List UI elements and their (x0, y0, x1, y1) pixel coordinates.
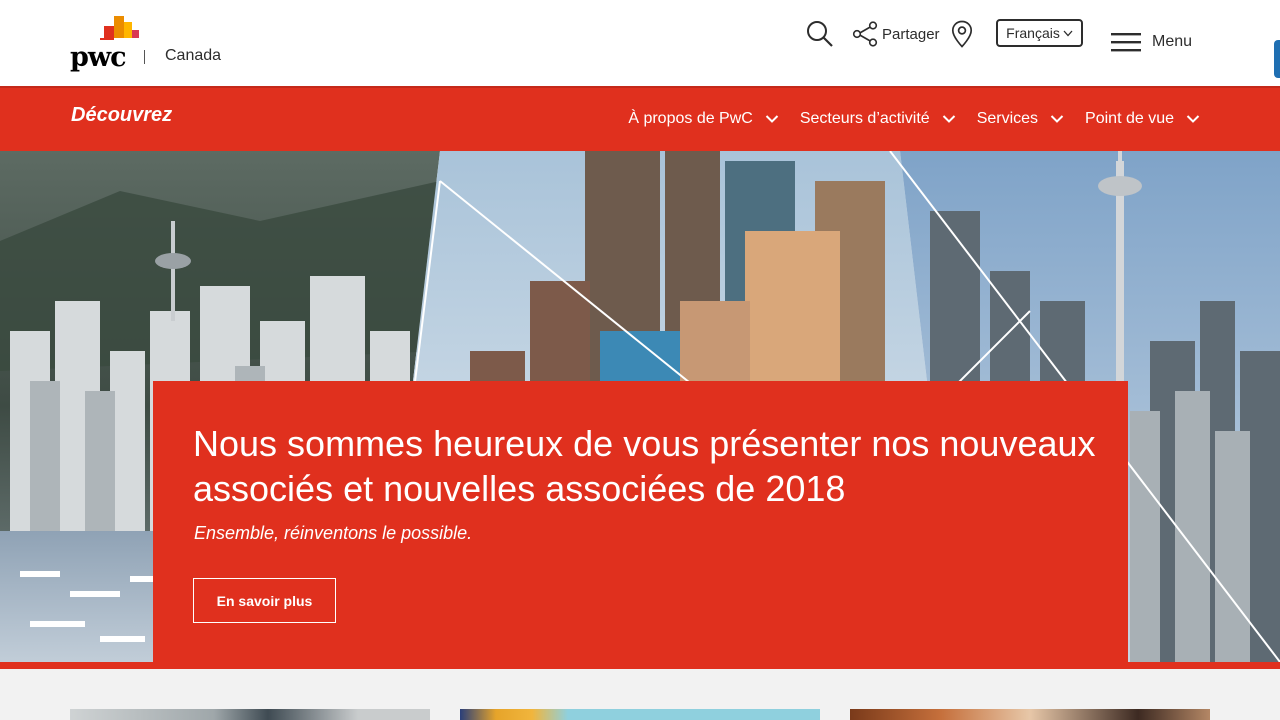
nav-item-label: Point de vue (1085, 110, 1174, 127)
content-tile-image[interactable] (850, 709, 1210, 720)
nav-item-industries[interactable]: Secteurs d’activité (800, 110, 956, 128)
logo-blocks-icon (100, 16, 139, 40)
feedback-tab[interactable] (1274, 40, 1280, 78)
chevron-down-icon (1050, 115, 1064, 123)
search-button[interactable] (806, 20, 834, 48)
share-icon (852, 21, 878, 47)
chevron-down-icon (1063, 30, 1073, 36)
primary-nav: Découvrez À propos de PwC Secteurs d’act… (0, 86, 1280, 151)
nav-item-label: À propos de PwC (628, 110, 753, 127)
country-label[interactable]: Canada (165, 47, 221, 65)
share-button[interactable]: Partager (852, 21, 940, 47)
nav-item-label: Secteurs d’activité (799, 110, 930, 127)
hamburger-icon (1111, 33, 1141, 52)
nav-item-insights[interactable]: Point de vue (1085, 110, 1200, 128)
logo-divider (144, 50, 145, 64)
chevron-down-icon (765, 115, 779, 123)
nav-item-label: Services (976, 110, 1039, 127)
nav-item-services[interactable]: Services (977, 110, 1064, 128)
menu-label: Menu (1152, 33, 1193, 50)
location-button[interactable] (951, 20, 973, 48)
hero-headline: Nous sommes heureux de vous présenter no… (193, 423, 1096, 509)
chevron-down-icon (942, 115, 955, 123)
language-value: Français (1006, 25, 1060, 41)
learn-more-button[interactable]: En savoir plus (193, 578, 336, 623)
hero-tagline: Ensemble, réinventons le possible. (194, 523, 473, 543)
location-pin-icon (951, 20, 973, 48)
hero-card: Nous sommes heureux de vous présenter no… (153, 381, 1128, 669)
pwc-logo[interactable]: pwc (70, 16, 140, 73)
search-icon (807, 21, 833, 47)
share-label: Partager (882, 25, 940, 43)
language-select[interactable]: Français (996, 19, 1083, 47)
nav-title: Découvrez (71, 104, 173, 126)
nav-items: À propos de PwC Secteurs d’activité Serv… (607, 110, 1200, 128)
menu-button[interactable]: Menu (1111, 31, 1192, 53)
chevron-down-icon (1186, 115, 1200, 123)
site-header: pwc Canada Partager Français Menu (0, 0, 1280, 86)
nav-item-about[interactable]: À propos de PwC (628, 110, 779, 128)
logo-wordmark: pwc (70, 42, 127, 73)
content-tile-image[interactable] (460, 709, 820, 720)
content-tile-image[interactable] (70, 709, 430, 720)
